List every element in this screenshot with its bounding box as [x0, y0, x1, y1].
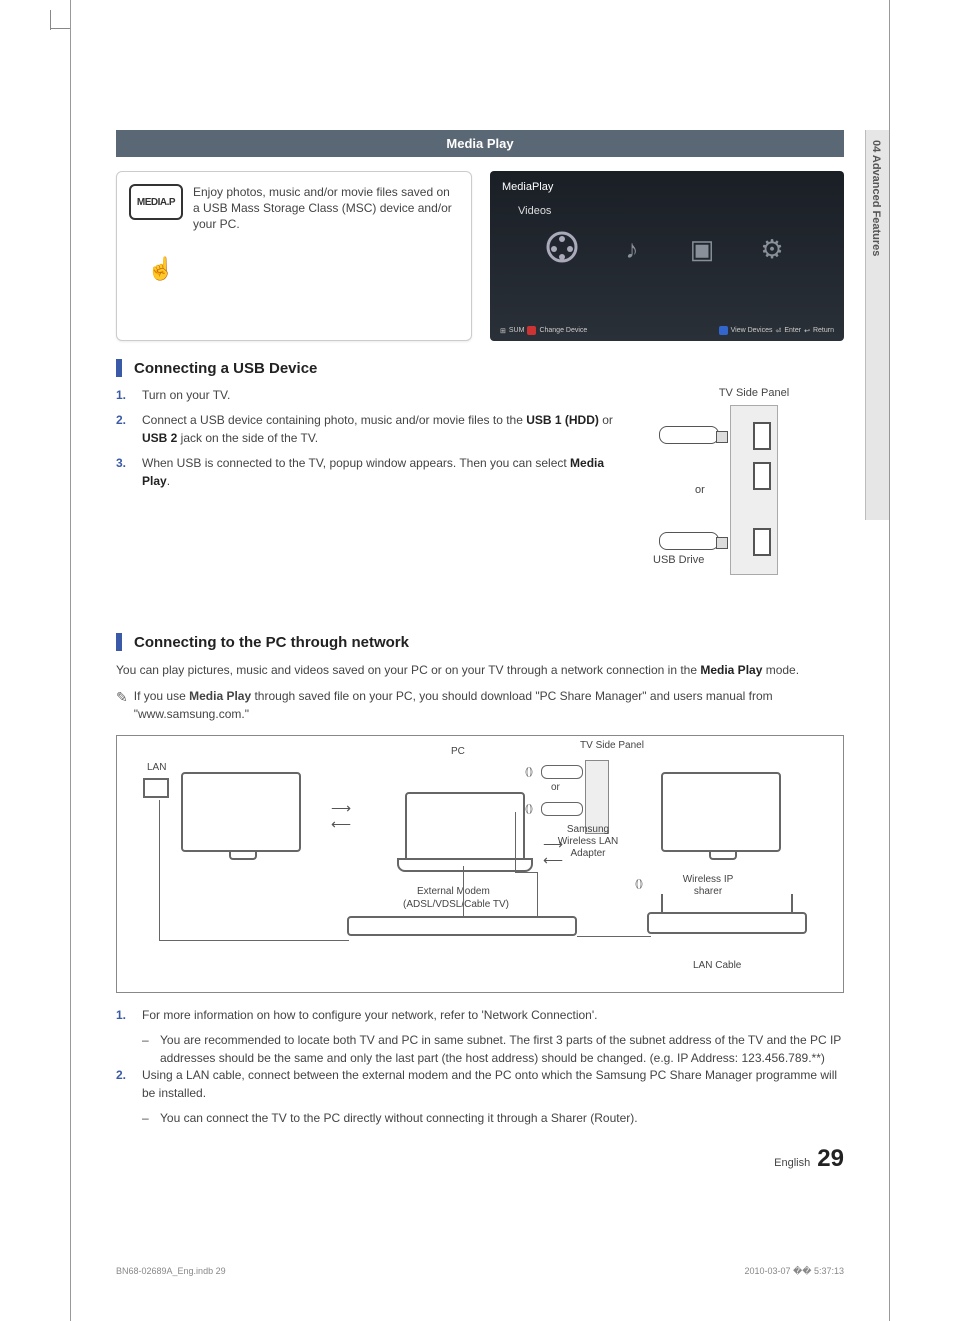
laptop-icon [405, 792, 525, 862]
usb-section-heading: Connecting a USB Device [116, 359, 844, 377]
wireless-adapter-icon [541, 802, 583, 816]
page-number: English 29 [774, 1145, 844, 1173]
side-panel-icon [585, 760, 609, 834]
wifi-icon: ⦅⦆ [525, 801, 533, 816]
modem-sub-label: (ADSL/VDSL/Cable TV) [403, 899, 509, 910]
pc-label: PC [451, 746, 465, 757]
chapter-side-tab: 04 Advanced Features [865, 130, 889, 520]
tv-side-panel-label: TV Side Panel [569, 740, 655, 751]
wifi-icon: ⦅⦆ [525, 764, 533, 779]
photo-icon: ▣ [680, 227, 724, 271]
tv-outline-icon [181, 772, 301, 852]
chapter-label: 04 Advanced Features [866, 130, 886, 266]
usb-stick-icon [659, 426, 719, 444]
tv-footer-right: View Devices ⏎ Enter ↩ Return [719, 326, 834, 335]
modem-icon [347, 916, 577, 936]
router-label: Wireless IP sharer [673, 874, 743, 898]
pointing-hand-icon: ☝ [147, 256, 174, 282]
note-icon: ✎ [116, 687, 128, 723]
usb-port-icon [753, 422, 771, 450]
usb-port-icon [753, 462, 771, 490]
doc-footer-left: BN68-02689A_Eng.indb 29 [116, 1266, 226, 1277]
modem-label: External Modem [417, 886, 490, 897]
tv-footer-left: ⊞ SUM Change Device [500, 326, 587, 335]
media-button-label: MEDIA.P [137, 197, 175, 208]
list-item: 1.Turn on your TV. [116, 387, 616, 404]
settings-gear-icon: ⚙ [750, 227, 794, 271]
lan-port-icon [143, 778, 169, 798]
pc-section-intro: You can play pictures, music and videos … [116, 661, 844, 679]
pc-steps-list: 1.For more information on how to configu… [116, 1007, 844, 1127]
network-diagram: LAN PC ⟶ ⟵ ⟶ ⟵ TV Side Panel ⦅⦆ ⦅⦆ or Sa… [116, 735, 844, 993]
wireless-adapter-icon [541, 765, 583, 779]
arrow-icon: ⟵ [331, 816, 351, 833]
lan-cable-label: LAN Cable [693, 960, 741, 971]
sub-list-item: –You can connect the TV to the PC direct… [142, 1110, 844, 1127]
list-item: 2.Connect a USB device containing photo,… [116, 412, 616, 447]
doc-footer-right: 2010-03-07 �� 5:37:13 [744, 1266, 844, 1277]
section-title-bar: Media Play [116, 130, 844, 157]
usb-side-panel-diagram: TV Side Panel or USB Drive [664, 387, 844, 575]
sub-list-item: –You are recommended to locate both TV a… [142, 1032, 844, 1067]
intro-description: Enjoy photos, music and/or movie files s… [193, 184, 459, 233]
media-play-remote-button: MEDIA.P [129, 184, 183, 220]
tv-preview-subtitle: Videos [518, 205, 832, 217]
list-item: 1.For more information on how to configu… [116, 1007, 844, 1024]
lan-label: LAN [147, 762, 166, 773]
or-label: or [551, 782, 560, 793]
music-icon: ♪ [610, 227, 654, 271]
arrow-icon: ⟶ [331, 800, 351, 817]
tv-preview-title: MediaPlay [502, 181, 832, 193]
pc-section-heading: Connecting to the PC through network [116, 633, 844, 651]
wifi-icon: ⦅⦆ [635, 876, 643, 891]
note-text: If you use Media Play through saved file… [134, 687, 844, 723]
or-label: or [695, 484, 705, 496]
tv-preview-screenshot: MediaPlay Videos ♪ ▣ ⚙ ⊞ SUM Change Devi… [490, 171, 844, 341]
usb-drive-label: USB Drive [653, 554, 704, 566]
list-item: 2.Using a LAN cable, connect between the… [116, 1067, 844, 1102]
list-item: 3.When USB is connected to the TV, popup… [116, 455, 616, 490]
usb-stick-icon [659, 532, 719, 550]
intro-card: MEDIA.P ☝ Enjoy photos, music and/or mov… [116, 171, 472, 341]
adapter-label: Samsung Wireless LAN Adapter [557, 824, 619, 860]
video-reel-icon [540, 227, 584, 271]
tv-side-panel-label: TV Side Panel [664, 387, 844, 399]
tv-outline-icon [661, 772, 781, 852]
note: ✎ If you use Media Play through saved fi… [116, 687, 844, 723]
router-icon [647, 912, 807, 934]
usb-steps-list: 1.Turn on your TV. 2.Connect a USB device… [116, 387, 616, 490]
usb-port-icon [753, 528, 771, 556]
